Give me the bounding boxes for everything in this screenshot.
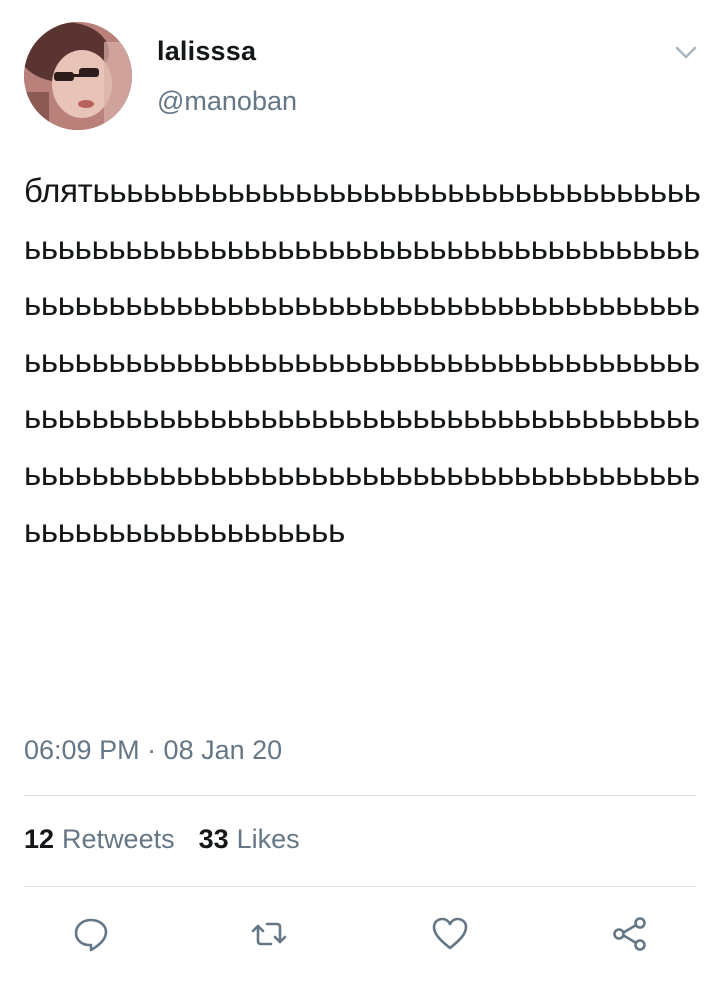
action-bar: [0, 910, 720, 958]
avatar-photo: [24, 22, 132, 130]
like-button[interactable]: [428, 910, 472, 958]
tweet-stats: 12 Retweets 33 Likes: [24, 824, 300, 855]
chevron-down-icon[interactable]: [672, 38, 700, 66]
reply-icon: [74, 918, 108, 952]
likes-count: 33: [198, 824, 229, 854]
retweets-stat[interactable]: 12 Retweets: [24, 824, 175, 855]
user-handle[interactable]: @manoban: [157, 86, 297, 117]
divider: [24, 886, 696, 887]
display-name[interactable]: lalisssa: [157, 36, 256, 67]
heart-icon: [432, 917, 468, 950]
share-button[interactable]: [608, 910, 652, 958]
likes-stat[interactable]: 33 Likes: [199, 824, 300, 855]
retweet-icon: [251, 922, 287, 946]
tweet-detail: lalisssa @manoban блятьььььььььььььььььь…: [0, 0, 720, 984]
reply-button[interactable]: [69, 910, 113, 958]
avatar[interactable]: [24, 22, 132, 130]
tweet-text: блятьььььььььььььььььььььььььььььььььььь…: [24, 172, 701, 549]
retweets-label: Retweets: [62, 824, 175, 854]
share-icon: [613, 917, 646, 951]
likes-label: Likes: [236, 824, 300, 854]
tweet-timestamp[interactable]: 06:09 PM · 08 Jan 20: [24, 735, 282, 766]
divider: [24, 795, 696, 796]
retweets-count: 12: [24, 824, 55, 854]
retweet-button[interactable]: [247, 910, 291, 958]
